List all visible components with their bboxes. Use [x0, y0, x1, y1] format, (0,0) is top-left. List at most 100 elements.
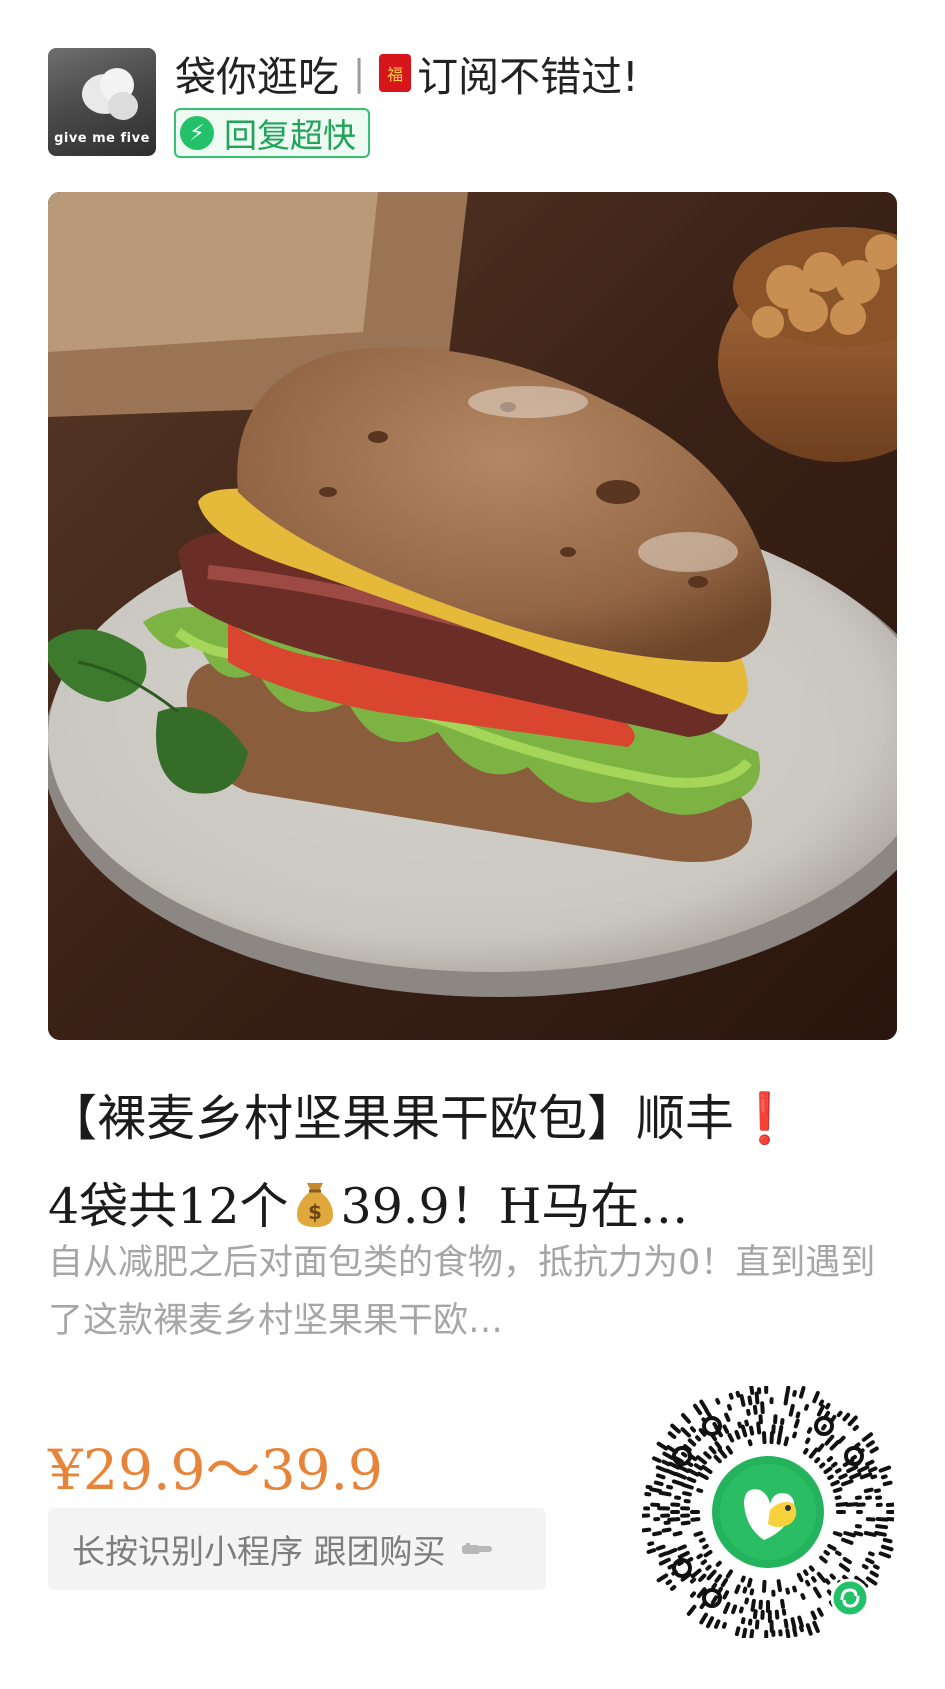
code-ray: [696, 1471, 709, 1480]
code-ray: [750, 1598, 756, 1612]
account-name[interactable]: 袋你逛吃: [175, 43, 339, 103]
code-ray: [754, 1391, 760, 1405]
code-ray: [846, 1465, 859, 1474]
code-ray: [793, 1418, 800, 1429]
code-ray: [880, 1474, 888, 1480]
code-ray: [865, 1440, 875, 1448]
code-ray: [776, 1431, 782, 1445]
fu-envelope-icon: 福: [379, 54, 412, 92]
code-ray: [781, 1608, 787, 1616]
code-ray: [665, 1579, 673, 1586]
code-ray: [824, 1578, 831, 1585]
account-avatar[interactable]: give me five: [48, 48, 156, 156]
code-ray: [658, 1490, 672, 1497]
code-ray: [804, 1404, 809, 1411]
code-ray: [835, 1502, 849, 1507]
code-ray: [655, 1465, 668, 1473]
code-ray: [682, 1491, 692, 1497]
code-ray: [701, 1464, 713, 1474]
code-ray: [868, 1551, 875, 1557]
avatar-cloud-shape: [108, 92, 138, 120]
code-ray: [690, 1517, 701, 1522]
code-ray: [658, 1551, 668, 1558]
code-ray: [799, 1625, 804, 1633]
code-ray: [776, 1579, 782, 1593]
account-title-row: 袋你逛吃 | 福 订阅不错过!: [175, 43, 639, 103]
code-ray: [785, 1587, 790, 1595]
code-ray: [838, 1562, 851, 1573]
product-title[interactable]: 【裸麦乡村坚果果干欧包】顺丰❗ 4袋共12个 $ 39.9！H马在…: [48, 1074, 898, 1251]
code-ray: [792, 1627, 798, 1637]
code-ray: [714, 1574, 723, 1583]
code-ray: [725, 1445, 733, 1455]
code-ray: [816, 1443, 825, 1453]
code-ray: [717, 1586, 723, 1594]
code-ray: [785, 1628, 791, 1638]
code-ray: [756, 1421, 762, 1435]
code-ray: [652, 1456, 662, 1463]
subscribe-text[interactable]: 订阅不错过!: [417, 43, 638, 103]
code-ray: [865, 1576, 878, 1586]
code-ray: [741, 1627, 748, 1638]
code-ray: [672, 1531, 683, 1537]
code-ray: [686, 1461, 694, 1467]
product-title-price-text: 39.9！H马在…: [340, 1178, 689, 1235]
code-ray: [747, 1395, 753, 1406]
code-ray: [754, 1619, 760, 1630]
code-ray: [849, 1472, 862, 1480]
code-ray: [805, 1623, 813, 1636]
code-ray: [698, 1537, 706, 1543]
code-ray: [874, 1531, 887, 1537]
code-ray: [727, 1433, 735, 1443]
code-ray: [847, 1415, 858, 1427]
code-ray: [874, 1488, 881, 1493]
code-ray: [735, 1390, 741, 1398]
code-ray: [647, 1541, 655, 1547]
code-ray: [843, 1531, 856, 1538]
code-ray: [835, 1468, 842, 1474]
code-ray: [845, 1502, 859, 1507]
code-ray: [652, 1531, 662, 1537]
code-ray: [696, 1488, 704, 1493]
code-ray: [762, 1579, 767, 1593]
code-ray: [796, 1572, 804, 1583]
code-ray: [667, 1517, 681, 1522]
code-ray: [837, 1435, 846, 1444]
code-ray: [731, 1604, 738, 1615]
code-ray: [670, 1585, 677, 1591]
code-ray: [690, 1591, 696, 1598]
product-title-quantity: 4袋共12个: [48, 1178, 289, 1235]
code-ray: [819, 1555, 828, 1564]
code-ray: [705, 1616, 715, 1629]
product-image[interactable]: [48, 192, 897, 1040]
pointing-finger-icon: [460, 1539, 494, 1559]
code-ray: [681, 1482, 694, 1490]
reply-badge-label: 回复超快: [224, 116, 356, 155]
code-ray: [703, 1451, 712, 1460]
mini-program-code[interactable]: [642, 1386, 894, 1638]
code-ray: [859, 1472, 873, 1480]
code-ray: [717, 1447, 728, 1459]
code-ray: [760, 1401, 765, 1415]
code-ray: [737, 1421, 743, 1429]
long-press-buy-button[interactable]: 长按识别小程序 跟团购买: [48, 1508, 546, 1590]
code-ray: [747, 1577, 753, 1588]
code-ray: [823, 1550, 830, 1556]
code-ray: [783, 1618, 789, 1629]
code-ray: [705, 1564, 712, 1571]
code-ray: [813, 1586, 822, 1599]
code-ray: [873, 1564, 880, 1570]
code-ray: [823, 1466, 833, 1474]
code-ray: [829, 1440, 840, 1451]
code-ray: [875, 1524, 888, 1530]
product-title-line-1: 【裸麦乡村坚果果干欧包】顺丰❗: [48, 1074, 898, 1163]
code-ray: [792, 1585, 797, 1593]
code-ray: [863, 1531, 877, 1537]
code-ray: [699, 1399, 708, 1412]
code-ray: [826, 1589, 833, 1596]
code-ray: [805, 1579, 811, 1587]
code-ray: [680, 1520, 691, 1526]
code-ray: [670, 1423, 681, 1434]
buy-button-label: 长按识别小程序 跟团购买: [72, 1532, 446, 1571]
code-ray: [677, 1550, 690, 1559]
